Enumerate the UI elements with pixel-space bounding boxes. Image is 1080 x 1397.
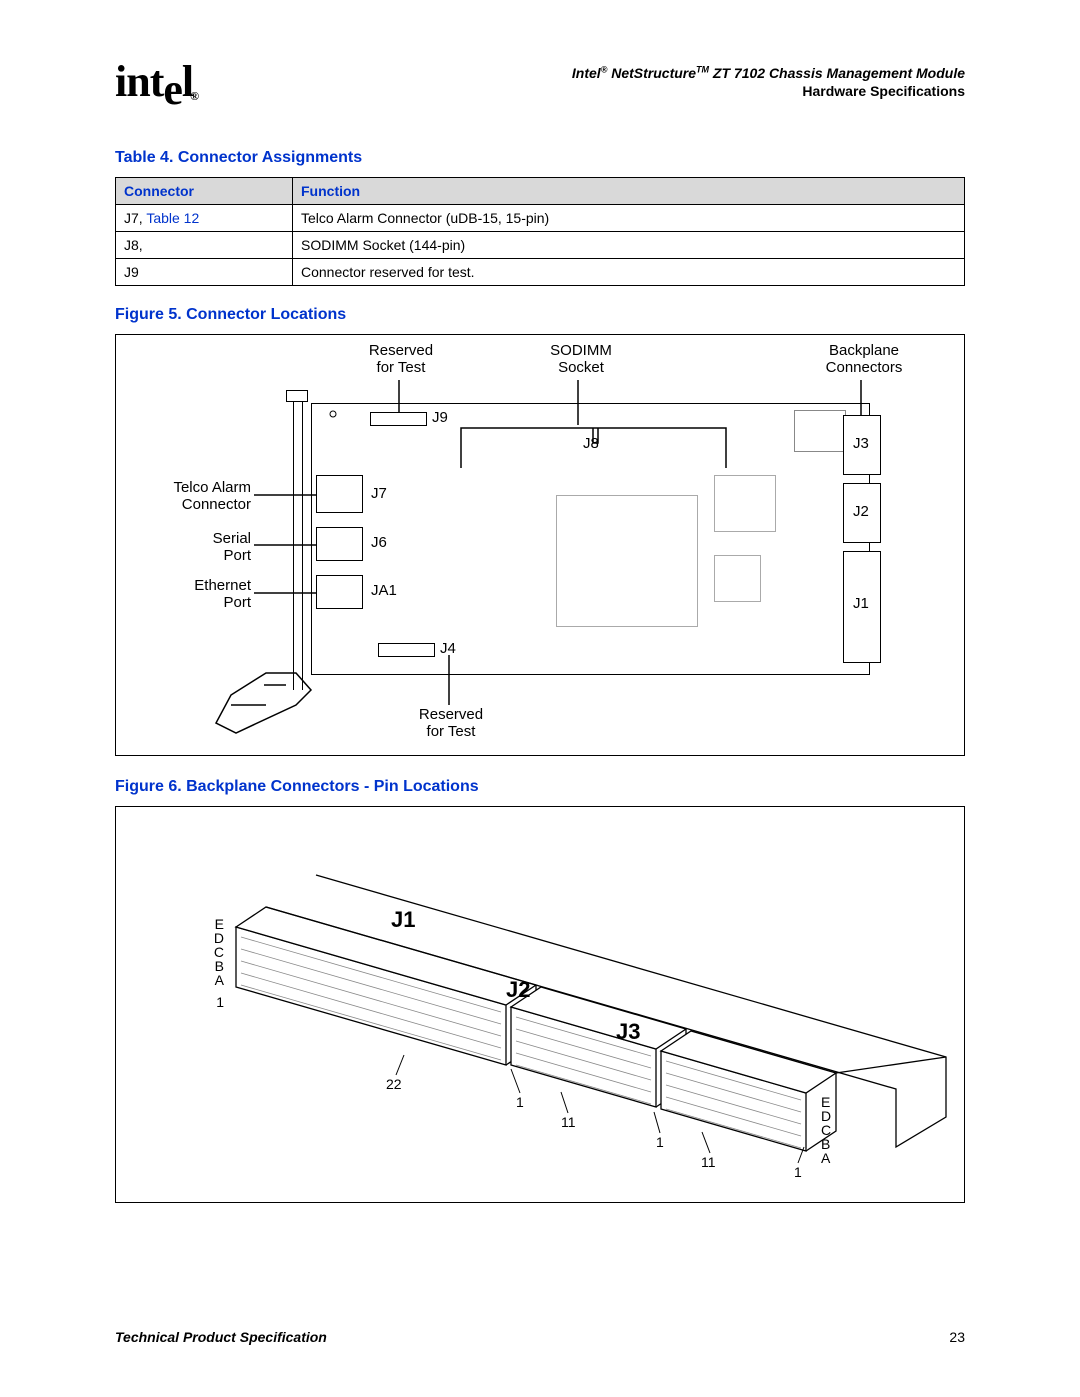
svg-text:1: 1 [656, 1134, 664, 1150]
label-JA1: JA1 [371, 582, 397, 599]
intel-logo: intel® [115, 60, 201, 104]
product-title: Intel® NetStructureTM ZT 7102 Chassis Ma… [572, 64, 965, 82]
table-row: J8, SODIMM Socket (144-pin) [116, 232, 965, 259]
label-serial: Serial Port [141, 531, 251, 564]
table-row: J9 Connector reserved for test. [116, 259, 965, 286]
page-header: intel® Intel® NetStructureTM ZT 7102 Cha… [115, 60, 965, 104]
label-J1: J1 [853, 595, 869, 612]
footer-left: Technical Product Specification [115, 1329, 327, 1345]
label-J6: J6 [371, 534, 387, 551]
label-J1-fig6: J1 [391, 907, 415, 932]
svg-text:A: A [821, 1150, 831, 1166]
label-J7: J7 [371, 485, 387, 502]
page-footer: Technical Product Specification 23 [115, 1329, 965, 1345]
label-J4: J4 [440, 640, 456, 657]
svg-text:11: 11 [701, 1154, 716, 1170]
table4-col-connector: Connector [116, 178, 293, 205]
svg-text:1: 1 [216, 994, 224, 1010]
label-backplane: Backplane Connectors [804, 343, 924, 376]
table4-col-function: Function [293, 178, 965, 205]
figure5-diagram: Reserved for Test SODIMM Socket Backplan… [115, 334, 965, 756]
label-J9: J9 [432, 409, 448, 426]
label-J2-fig6: J2 [506, 977, 530, 1002]
svg-text:11: 11 [561, 1114, 576, 1130]
figure5-caption: Figure 5. Connector Locations [115, 306, 965, 324]
label-J8: J8 [583, 435, 599, 452]
label-telco: Telco Alarm Connector [141, 480, 251, 513]
label-ethernet: Ethernet Port [141, 578, 251, 611]
connector-assignments-table: Connector Function J7, Table 12 Telco Al… [115, 177, 965, 286]
label-J3-fig6: J3 [616, 1019, 640, 1044]
label-J2: J2 [853, 503, 869, 520]
header-subtitle: Hardware Specifications [572, 82, 965, 100]
header-title-block: Intel® NetStructureTM ZT 7102 Chassis Ma… [572, 60, 965, 100]
figure6-caption: Figure 6. Backplane Connectors - Pin Loc… [115, 778, 965, 796]
svg-text:1: 1 [516, 1094, 524, 1110]
table-row: J7, Table 12 Telco Alarm Connector (uDB-… [116, 205, 965, 232]
svg-text:1: 1 [794, 1164, 802, 1180]
footer-page-number: 23 [949, 1329, 965, 1345]
label-J3: J3 [853, 435, 869, 452]
table4-caption: Table 4. Connector Assignments [115, 149, 965, 167]
figure6-diagram: E D C B A 1 J1 J2 J3 22 1 11 1 11 1 E D [115, 806, 965, 1203]
svg-text:A: A [215, 972, 225, 988]
label-sodimm: SODIMM Socket [521, 343, 641, 376]
label-reserved-bottom: Reserved for Test [391, 707, 511, 740]
svg-text:22: 22 [386, 1076, 402, 1092]
link-table12[interactable]: Table 12 [146, 210, 199, 226]
label-reserved-top: Reserved for Test [341, 343, 461, 376]
